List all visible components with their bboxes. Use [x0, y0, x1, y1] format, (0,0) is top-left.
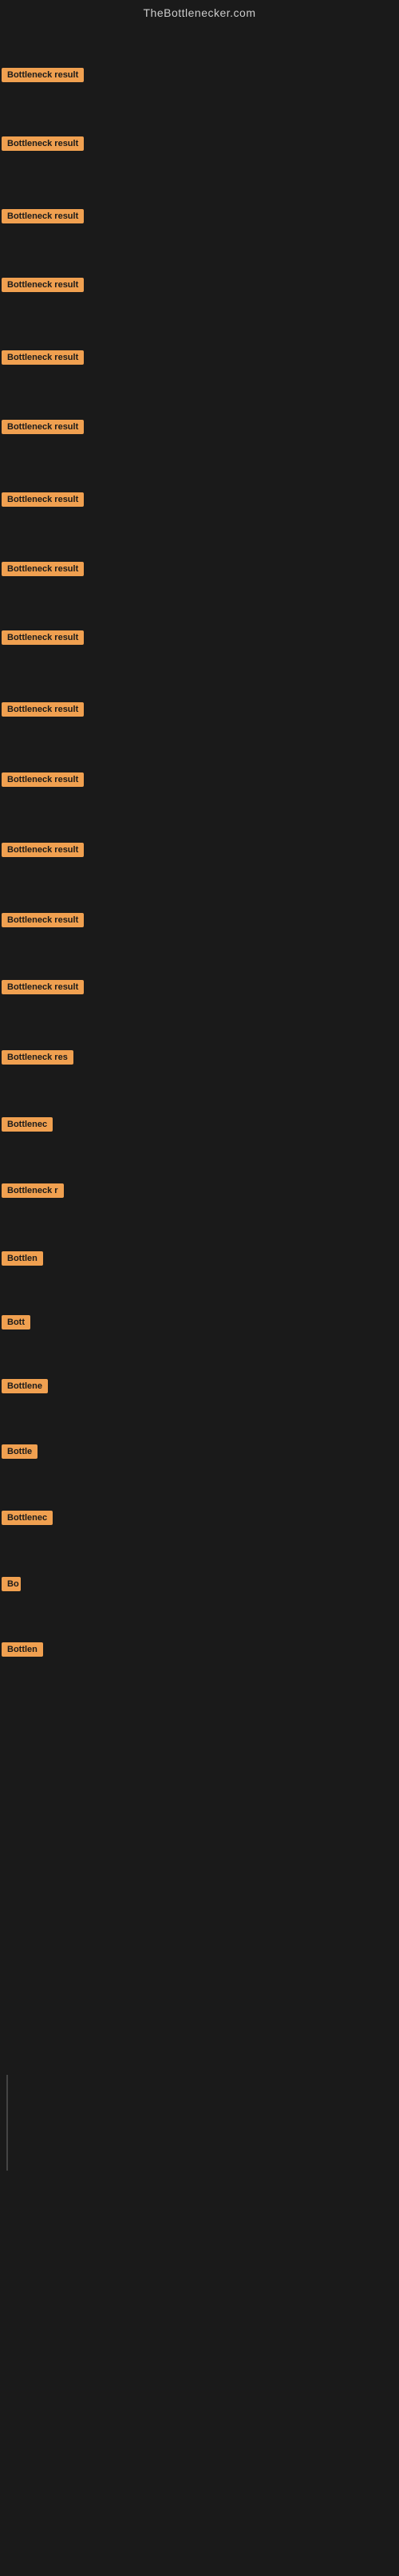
- bottleneck-badge-6: Bottleneck result: [2, 420, 84, 434]
- bottleneck-item-13[interactable]: Bottleneck result: [2, 913, 84, 931]
- bottleneck-badge-18: Bottlen: [2, 1251, 43, 1266]
- bottleneck-badge-12: Bottleneck result: [2, 843, 84, 857]
- bottleneck-badge-19: Bott: [2, 1315, 30, 1329]
- bottleneck-badge-14: Bottleneck result: [2, 980, 84, 994]
- bottleneck-item-18[interactable]: Bottlen: [2, 1251, 43, 1270]
- vertical-line: [6, 2075, 8, 2171]
- bottleneck-item-17[interactable]: Bottleneck r: [2, 1183, 64, 1202]
- bottleneck-list: Bottleneck result Bottleneck result Bottle…: [0, 22, 399, 2576]
- bottleneck-badge-17: Bottleneck r: [2, 1183, 64, 1198]
- bottleneck-badge-7: Bottleneck result: [2, 492, 84, 507]
- bottleneck-badge-13: Bottleneck result: [2, 913, 84, 927]
- bottleneck-item-6[interactable]: Bottleneck result: [2, 420, 84, 438]
- bottleneck-badge-16: Bottlenec: [2, 1117, 53, 1132]
- bottleneck-badge-9: Bottleneck result: [2, 630, 84, 645]
- bottleneck-item-15[interactable]: Bottleneck res: [2, 1050, 73, 1069]
- bottleneck-badge-8: Bottleneck result: [2, 562, 84, 576]
- bottleneck-item-21[interactable]: Bottle: [2, 1444, 38, 1463]
- site-title: TheBottlenecker.com: [0, 0, 399, 22]
- bottleneck-badge-10: Bottleneck result: [2, 702, 84, 717]
- bottleneck-item-10[interactable]: Bottleneck result: [2, 702, 84, 721]
- bottleneck-item-12[interactable]: Bottleneck result: [2, 843, 84, 861]
- bottleneck-badge-23: Bo: [2, 1577, 21, 1591]
- bottleneck-item-2[interactable]: Bottleneck result: [2, 136, 84, 155]
- bottleneck-badge-22: Bottlenec: [2, 1511, 53, 1525]
- bottleneck-item-8[interactable]: Bottleneck result: [2, 562, 84, 580]
- bottleneck-badge-24: Bottlen: [2, 1642, 43, 1657]
- bottleneck-badge-1: Bottleneck result: [2, 68, 84, 82]
- bottleneck-badge-21: Bottle: [2, 1444, 38, 1459]
- bottleneck-badge-5: Bottleneck result: [2, 350, 84, 365]
- bottleneck-item-9[interactable]: Bottleneck result: [2, 630, 84, 649]
- bottleneck-badge-3: Bottleneck result: [2, 209, 84, 223]
- bottleneck-badge-20: Bottlene: [2, 1379, 48, 1393]
- bottleneck-item-5[interactable]: Bottleneck result: [2, 350, 84, 369]
- bottleneck-item-7[interactable]: Bottleneck result: [2, 492, 84, 511]
- bottleneck-item-1[interactable]: Bottleneck result: [2, 68, 84, 86]
- bottleneck-badge-11: Bottleneck result: [2, 772, 84, 787]
- bottleneck-item-11[interactable]: Bottleneck result: [2, 772, 84, 791]
- bottleneck-item-20[interactable]: Bottlene: [2, 1379, 48, 1397]
- bottleneck-item-3[interactable]: Bottleneck result: [2, 209, 84, 227]
- bottleneck-item-14[interactable]: Bottleneck result: [2, 980, 84, 998]
- bottleneck-item-19[interactable]: Bott: [2, 1315, 30, 1333]
- bottleneck-item-22[interactable]: Bottlenec: [2, 1511, 53, 1529]
- bottleneck-item-16[interactable]: Bottlenec: [2, 1117, 53, 1136]
- bottleneck-item-23[interactable]: Bo: [2, 1577, 21, 1595]
- bottleneck-badge-15: Bottleneck res: [2, 1050, 73, 1065]
- bottleneck-badge-2: Bottleneck result: [2, 136, 84, 151]
- bottleneck-badge-4: Bottleneck result: [2, 278, 84, 292]
- bottleneck-item-4[interactable]: Bottleneck result: [2, 278, 84, 296]
- bottleneck-item-24[interactable]: Bottlen: [2, 1642, 43, 1661]
